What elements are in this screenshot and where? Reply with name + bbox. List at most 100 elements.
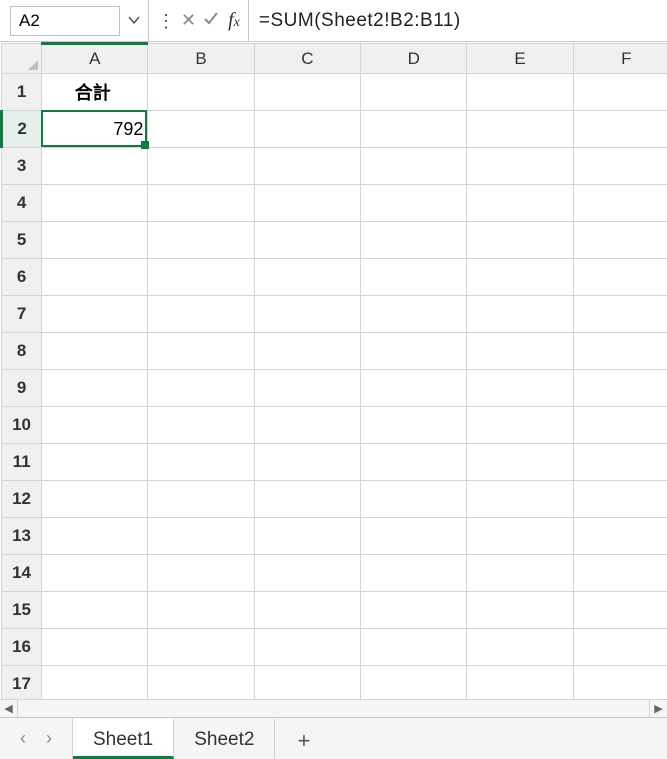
cell-F13[interactable] bbox=[573, 518, 667, 555]
cell-B1[interactable] bbox=[148, 74, 254, 111]
tab-next-icon[interactable]: › bbox=[46, 728, 52, 749]
cell-F3[interactable] bbox=[573, 148, 667, 185]
cell-A15[interactable] bbox=[42, 592, 148, 629]
cell-A16[interactable] bbox=[42, 629, 148, 666]
sheet-tab-sheet1[interactable]: Sheet1 bbox=[73, 719, 174, 759]
cell-A10[interactable] bbox=[42, 407, 148, 444]
cell-D2[interactable] bbox=[361, 111, 467, 148]
cell-B13[interactable] bbox=[148, 518, 254, 555]
cell-A1[interactable]: 合計 bbox=[42, 74, 148, 111]
cell-E13[interactable] bbox=[467, 518, 573, 555]
cell-E7[interactable] bbox=[467, 296, 573, 333]
cell-B6[interactable] bbox=[148, 259, 254, 296]
cell-F12[interactable] bbox=[573, 481, 667, 518]
cell-E12[interactable] bbox=[467, 481, 573, 518]
cell-A11[interactable] bbox=[42, 444, 148, 481]
cell-A6[interactable] bbox=[42, 259, 148, 296]
cell-B10[interactable] bbox=[148, 407, 254, 444]
cell-A2[interactable]: 792 bbox=[42, 111, 148, 148]
cell-C13[interactable] bbox=[254, 518, 360, 555]
col-header-E[interactable]: E bbox=[467, 44, 573, 74]
cell-C3[interactable] bbox=[254, 148, 360, 185]
cell-E9[interactable] bbox=[467, 370, 573, 407]
cell-D13[interactable] bbox=[361, 518, 467, 555]
cell-D6[interactable] bbox=[361, 259, 467, 296]
tab-prev-icon[interactable]: ‹ bbox=[20, 728, 26, 749]
col-header-F[interactable]: F bbox=[573, 44, 667, 74]
col-header-A[interactable]: A bbox=[42, 44, 148, 74]
cell-A3[interactable] bbox=[42, 148, 148, 185]
cell-E10[interactable] bbox=[467, 407, 573, 444]
cell-B2[interactable] bbox=[148, 111, 254, 148]
cell-A7[interactable] bbox=[42, 296, 148, 333]
cell-C8[interactable] bbox=[254, 333, 360, 370]
cell-C6[interactable] bbox=[254, 259, 360, 296]
row-header-12[interactable]: 12 bbox=[2, 481, 42, 518]
cell-E5[interactable] bbox=[467, 222, 573, 259]
cell-D16[interactable] bbox=[361, 629, 467, 666]
cell-E2[interactable] bbox=[467, 111, 573, 148]
cancel-icon[interactable]: ✕ bbox=[181, 10, 196, 31]
cell-F8[interactable] bbox=[573, 333, 667, 370]
row-header-7[interactable]: 7 bbox=[2, 296, 42, 333]
row-header-2[interactable]: 2 bbox=[2, 111, 42, 148]
cell-C2[interactable] bbox=[254, 111, 360, 148]
cell-B7[interactable] bbox=[148, 296, 254, 333]
row-header-17[interactable]: 17 bbox=[2, 666, 42, 700]
cell-F7[interactable] bbox=[573, 296, 667, 333]
cell-C1[interactable] bbox=[254, 74, 360, 111]
cell-A8[interactable] bbox=[42, 333, 148, 370]
row-header-16[interactable]: 16 bbox=[2, 629, 42, 666]
cell-E16[interactable] bbox=[467, 629, 573, 666]
cell-A13[interactable] bbox=[42, 518, 148, 555]
cell-A14[interactable] bbox=[42, 555, 148, 592]
cell-C16[interactable] bbox=[254, 629, 360, 666]
cell-B5[interactable] bbox=[148, 222, 254, 259]
col-header-D[interactable]: D bbox=[361, 44, 467, 74]
cell-D9[interactable] bbox=[361, 370, 467, 407]
cell-E17[interactable] bbox=[467, 666, 573, 700]
cell-D3[interactable] bbox=[361, 148, 467, 185]
col-header-C[interactable]: C bbox=[254, 44, 360, 74]
cell-D8[interactable] bbox=[361, 333, 467, 370]
horizontal-scrollbar[interactable]: ◀ ▶ bbox=[0, 699, 667, 717]
cell-B3[interactable] bbox=[148, 148, 254, 185]
col-header-B[interactable]: B bbox=[148, 44, 254, 74]
cell-D15[interactable] bbox=[361, 592, 467, 629]
cell-A5[interactable] bbox=[42, 222, 148, 259]
cell-C4[interactable] bbox=[254, 185, 360, 222]
row-header-15[interactable]: 15 bbox=[2, 592, 42, 629]
cell-F10[interactable] bbox=[573, 407, 667, 444]
cell-F4[interactable] bbox=[573, 185, 667, 222]
cell-E4[interactable] bbox=[467, 185, 573, 222]
cell-D11[interactable] bbox=[361, 444, 467, 481]
cell-A12[interactable] bbox=[42, 481, 148, 518]
cell-E1[interactable] bbox=[467, 74, 573, 111]
cell-D1[interactable] bbox=[361, 74, 467, 111]
cell-F15[interactable] bbox=[573, 592, 667, 629]
enter-icon[interactable] bbox=[202, 9, 220, 32]
cell-F17[interactable] bbox=[573, 666, 667, 700]
cell-B4[interactable] bbox=[148, 185, 254, 222]
cell-B12[interactable] bbox=[148, 481, 254, 518]
cell-E14[interactable] bbox=[467, 555, 573, 592]
cell-D17[interactable] bbox=[361, 666, 467, 700]
cell-F2[interactable] bbox=[573, 111, 667, 148]
cell-F11[interactable] bbox=[573, 444, 667, 481]
cell-C17[interactable] bbox=[254, 666, 360, 700]
row-header-6[interactable]: 6 bbox=[2, 259, 42, 296]
cell-D5[interactable] bbox=[361, 222, 467, 259]
name-box[interactable]: A2 bbox=[10, 6, 120, 36]
select-all-corner[interactable] bbox=[2, 44, 42, 74]
spreadsheet-grid[interactable]: ABCDEF 1合計279234567891011121314151617 bbox=[0, 42, 667, 699]
cell-E11[interactable] bbox=[467, 444, 573, 481]
cell-F14[interactable] bbox=[573, 555, 667, 592]
fx-icon[interactable]: fx bbox=[226, 9, 240, 32]
row-header-1[interactable]: 1 bbox=[2, 74, 42, 111]
cell-D4[interactable] bbox=[361, 185, 467, 222]
cell-E8[interactable] bbox=[467, 333, 573, 370]
cell-F9[interactable] bbox=[573, 370, 667, 407]
cell-C7[interactable] bbox=[254, 296, 360, 333]
cell-C15[interactable] bbox=[254, 592, 360, 629]
new-sheet-button[interactable]: + bbox=[275, 718, 332, 759]
